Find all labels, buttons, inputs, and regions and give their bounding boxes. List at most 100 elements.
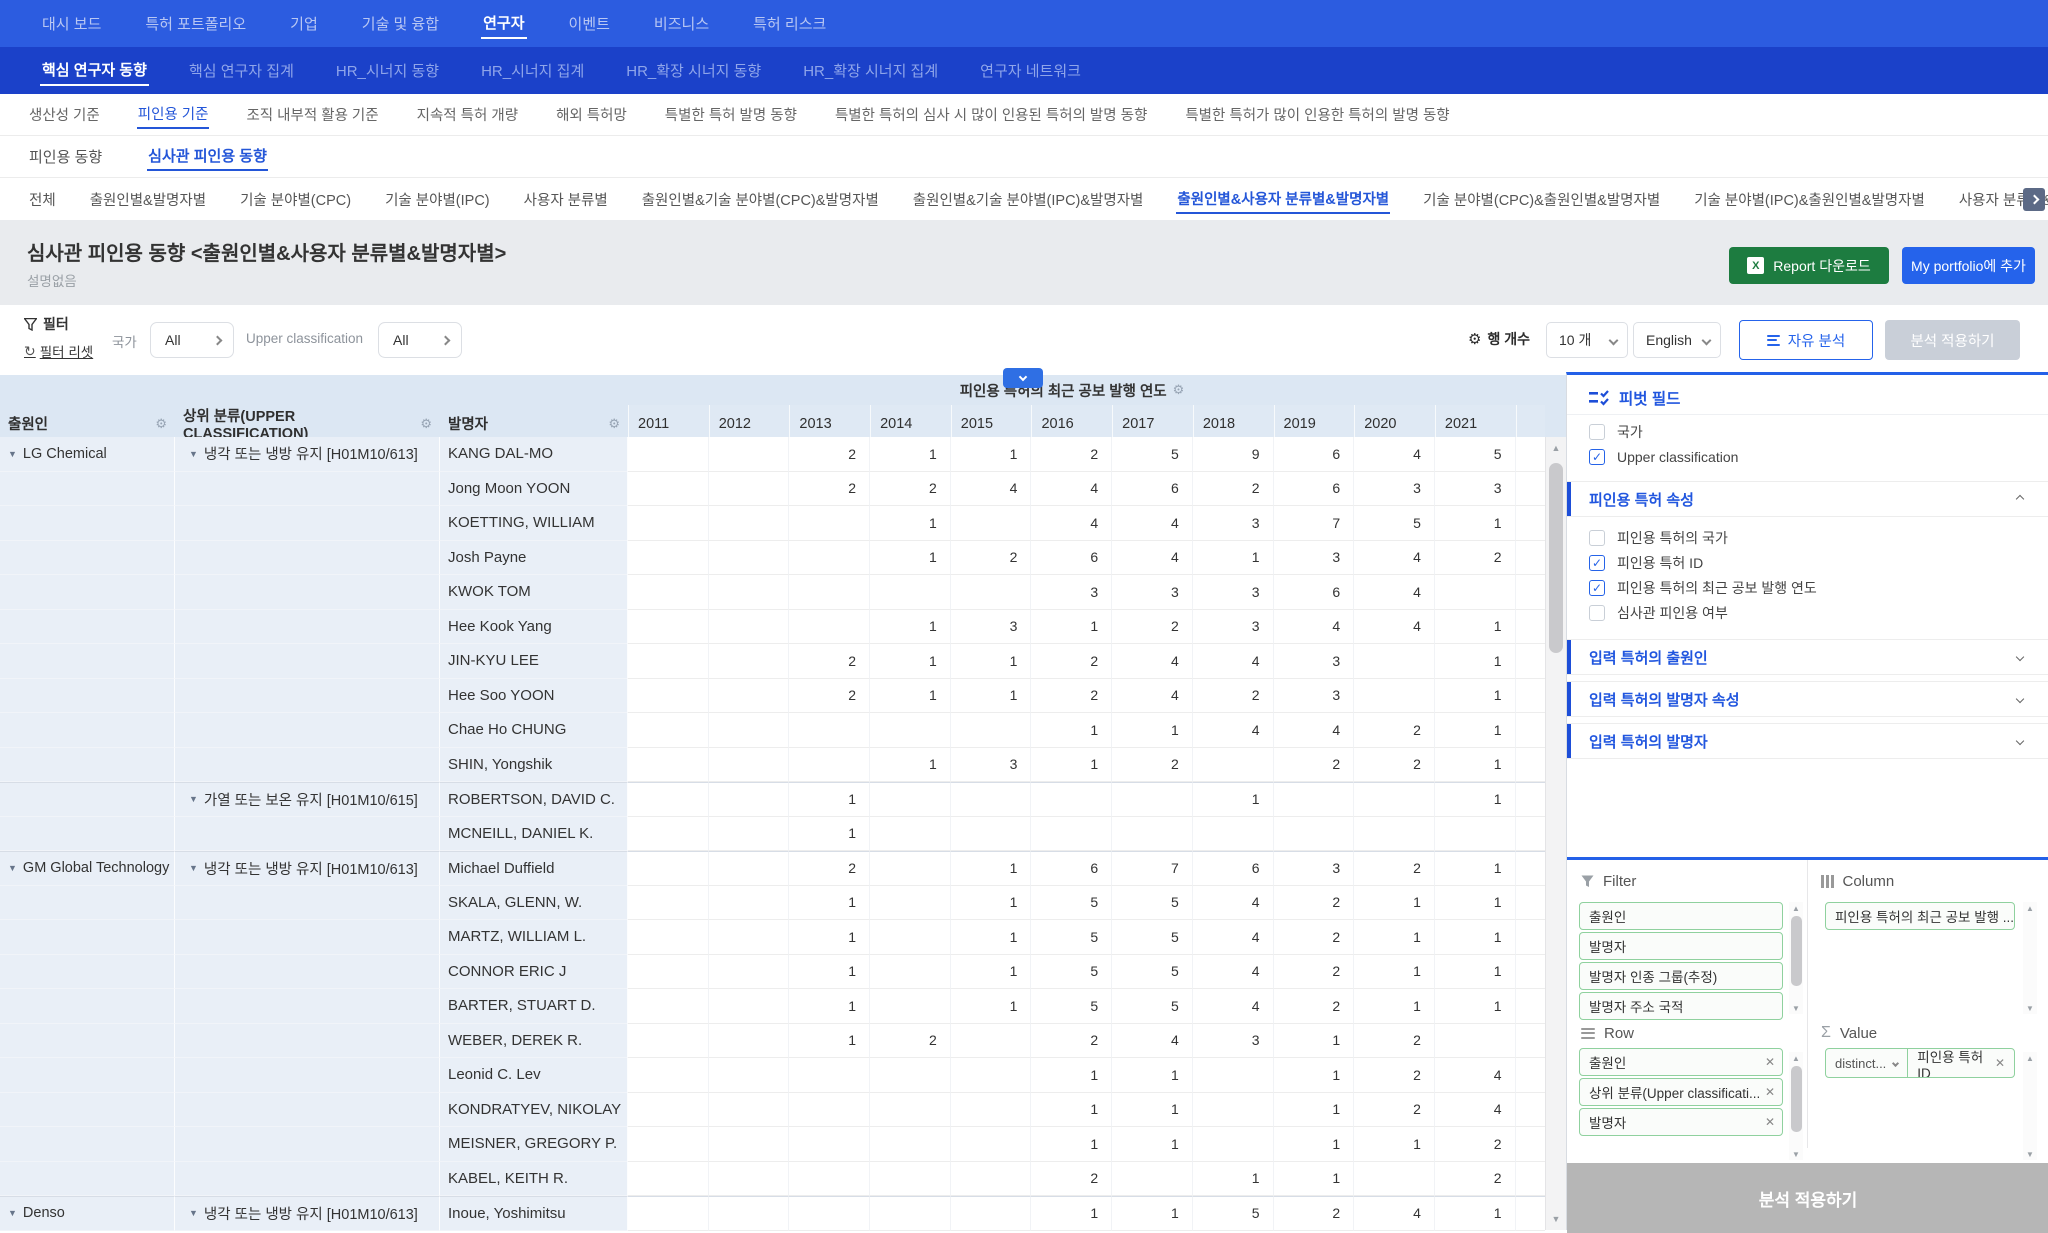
applicant-cell[interactable]: ▼GM Global Technology ... <box>0 851 175 886</box>
view-tab[interactable]: 출원인별&발명자별 <box>89 186 207 213</box>
remove-icon[interactable]: ✕ <box>1765 1115 1775 1129</box>
pivot-section-header[interactable]: 피인용 특허 속성 <box>1567 481 2048 517</box>
primary-nav-item[interactable]: 이벤트 <box>567 9 612 38</box>
scroll-down-icon[interactable]: ▼ <box>2023 1148 2037 1160</box>
criteria-tab[interactable]: 특별한 특허 발명 동향 <box>664 101 798 128</box>
filter-chip[interactable]: 출원인 <box>1579 902 1783 930</box>
criteria-tab[interactable]: 해외 특허망 <box>555 101 628 128</box>
scroll-up-icon[interactable]: ▲ <box>2023 1052 2037 1064</box>
aggregation-select[interactable]: distinct... <box>1826 1049 1908 1077</box>
checkbox-checked-icon[interactable]: ✓ <box>1589 580 1605 596</box>
view-tab[interactable]: 전체 <box>28 186 57 213</box>
report-download-button[interactable]: X Report 다운로드 <box>1729 247 1889 284</box>
table-scrollbar[interactable]: ▲ ▼ <box>1545 437 1566 1230</box>
collapse-triangle-icon[interactable]: ▼ <box>189 794 198 804</box>
gear-icon[interactable]: ⚙ <box>420 416 432 432</box>
column-chip[interactable]: 피인용 특허의 최근 공보 발행 ...✕ <box>1825 902 2015 930</box>
scroll-down-icon[interactable]: ▼ <box>1789 1002 1803 1014</box>
primary-nav-item[interactable]: 기술 및 융합 <box>360 9 441 38</box>
secondary-nav-item[interactable]: 연구자 네트워크 <box>978 56 1083 85</box>
primary-nav-item[interactable]: 연구자 <box>481 8 526 39</box>
checkbox-unchecked-icon[interactable] <box>1589 605 1605 621</box>
secondary-nav-item[interactable]: 핵심 연구자 집계 <box>187 56 296 85</box>
secondary-nav-item[interactable]: HR_확장 시너지 동향 <box>624 56 763 85</box>
primary-nav-item[interactable]: 기업 <box>288 9 320 38</box>
primary-nav-item[interactable]: 대시 보드 <box>40 9 103 38</box>
scroll-down-icon[interactable]: ▼ <box>1789 1148 1803 1160</box>
checkbox-checked-icon[interactable]: ✓ <box>1589 449 1605 465</box>
remove-icon[interactable]: ✕ <box>1765 1085 1775 1099</box>
view-tab[interactable]: 사용자 분류별 <box>523 186 609 213</box>
country-dropdown[interactable]: All <box>150 322 234 358</box>
pivot-field-checkbox-row[interactable]: 국가 <box>1567 419 2048 444</box>
criteria-tab[interactable]: 특별한 특허가 많이 인용한 특허의 발명 동향 <box>1184 101 1450 128</box>
collapse-table-button[interactable] <box>1003 368 1043 388</box>
free-analysis-button[interactable]: 자유 분석 <box>1739 320 1873 360</box>
row-scrollbar[interactable]: ▲ ▼ <box>1789 1052 1803 1160</box>
primary-nav-item[interactable]: 특허 리스크 <box>751 9 828 38</box>
gear-icon[interactable]: ⚙ <box>1468 330 1481 348</box>
scrollbar-thumb[interactable] <box>1791 1066 1802 1132</box>
checkbox-checked-icon[interactable]: ✓ <box>1589 555 1605 571</box>
classification-cell[interactable]: ▼가열 또는 보온 유지 [H01M10/615] <box>175 782 440 817</box>
tab-scroll-right-button[interactable] <box>2023 188 2045 211</box>
row-count-select[interactable]: 10 개 <box>1546 322 1628 358</box>
primary-nav-item[interactable]: 특허 포트폴리오 <box>143 9 248 38</box>
pivot-field-checkbox-row[interactable]: 피인용 특허의 국가 <box>1567 525 2048 550</box>
collapse-triangle-icon[interactable]: ▼ <box>189 449 198 459</box>
pivot-field-checkbox-row[interactable]: ✓Upper classification <box>1567 444 2048 469</box>
criteria-tab[interactable]: 생산성 기준 <box>28 101 101 128</box>
checkbox-unchecked-icon[interactable] <box>1589 530 1605 546</box>
criteria-tab[interactable]: 특별한 특허의 심사 시 많이 인용된 특허의 발명 동향 <box>834 101 1148 128</box>
remove-icon[interactable]: ✕ <box>1995 1056 2005 1070</box>
row-chip[interactable]: 출원인✕ <box>1579 1048 1783 1076</box>
upper-classification-dropdown[interactable]: All <box>378 322 462 358</box>
secondary-nav-item[interactable]: HR_시너지 집계 <box>479 56 586 85</box>
collapse-triangle-icon[interactable]: ▼ <box>8 863 17 873</box>
gear-icon[interactable]: ⚙ <box>155 416 167 432</box>
filter-chip[interactable]: 발명자 인종 그룹(추정) <box>1579 962 1783 990</box>
trend-tab[interactable]: 피인용 동향 <box>28 143 103 170</box>
row-chip[interactable]: 발명자✕ <box>1579 1108 1783 1136</box>
filter-reset-button[interactable]: ↻ 필터 리셋 <box>24 341 93 361</box>
criteria-tab[interactable]: 지속적 특허 개량 <box>416 101 519 128</box>
applicant-cell[interactable]: ▼Denso <box>0 1196 175 1231</box>
apply-analysis-button[interactable]: 분석 적용하기 <box>1885 320 2020 360</box>
classification-cell[interactable]: ▼냉각 또는 냉방 유지 [H01M10/613] <box>175 437 440 472</box>
trend-tab[interactable]: 심사관 피인용 동향 <box>147 142 268 171</box>
pivot-section-header[interactable]: 입력 특허의 발명자 <box>1567 723 2048 759</box>
filter-chip[interactable]: 발명자 주소 국적 <box>1579 992 1783 1020</box>
value-scrollbar[interactable]: ▲ ▼ <box>2023 1052 2037 1160</box>
criteria-tab[interactable]: 피인용 기준 <box>137 100 210 129</box>
scroll-down-icon[interactable]: ▼ <box>2023 1002 2037 1014</box>
criteria-tab[interactable]: 조직 내부적 활용 기준 <box>245 101 379 128</box>
pivot-field-checkbox-row[interactable]: ✓피인용 특허 ID <box>1567 550 2048 575</box>
scrollbar-thumb[interactable] <box>1791 916 1802 986</box>
view-tab[interactable]: 기술 분야별(CPC)&출원인별&발명자별 <box>1422 186 1661 213</box>
classification-cell[interactable]: ▼냉각 또는 냉방 유지 [H01M10/613] <box>175 1196 440 1231</box>
scroll-up-icon[interactable]: ▲ <box>2023 902 2037 914</box>
collapse-triangle-icon[interactable]: ▼ <box>189 1208 198 1218</box>
collapse-triangle-icon[interactable]: ▼ <box>8 449 17 459</box>
view-tab[interactable]: 기술 분야별(CPC) <box>239 186 352 213</box>
pivot-field-checkbox-row[interactable]: 심사관 피인용 여부 <box>1567 600 2048 625</box>
scroll-up-icon[interactable]: ▲ <box>1789 902 1803 914</box>
view-tab[interactable]: 출원인별&사용자 분류별&발명자별 <box>1176 185 1390 214</box>
scrollbar-thumb[interactable] <box>1549 463 1563 653</box>
gear-icon[interactable]: ⚙ <box>1173 382 1185 398</box>
view-tab[interactable]: 출원인별&기술 분야별(IPC)&발명자별 <box>912 186 1145 213</box>
collapse-triangle-icon[interactable]: ▼ <box>189 863 198 873</box>
remove-icon[interactable]: ✕ <box>1765 1055 1775 1069</box>
secondary-nav-item[interactable]: 핵심 연구자 동향 <box>40 55 149 86</box>
scroll-up-icon[interactable]: ▲ <box>1546 439 1566 457</box>
secondary-nav-item[interactable]: HR_시너지 동향 <box>334 56 441 85</box>
row-chip[interactable]: 상위 분류(Upper classificati...✕ <box>1579 1078 1783 1106</box>
scroll-down-icon[interactable]: ▼ <box>1546 1210 1566 1228</box>
apply-pivot-button[interactable]: 분석 적용하기 <box>1567 1163 2048 1233</box>
scroll-up-icon[interactable]: ▲ <box>1789 1052 1803 1064</box>
pivot-section-header[interactable]: 입력 특허의 출원인 <box>1567 639 2048 675</box>
pivot-section-header[interactable]: 입력 특허의 발명자 속성 <box>1567 681 2048 717</box>
view-tab[interactable]: 출원인별&기술 분야별(CPC)&발명자별 <box>641 186 880 213</box>
filter-chip[interactable]: 발명자 <box>1579 932 1783 960</box>
classification-cell[interactable]: ▼냉각 또는 냉방 유지 [H01M10/613] <box>175 851 440 886</box>
